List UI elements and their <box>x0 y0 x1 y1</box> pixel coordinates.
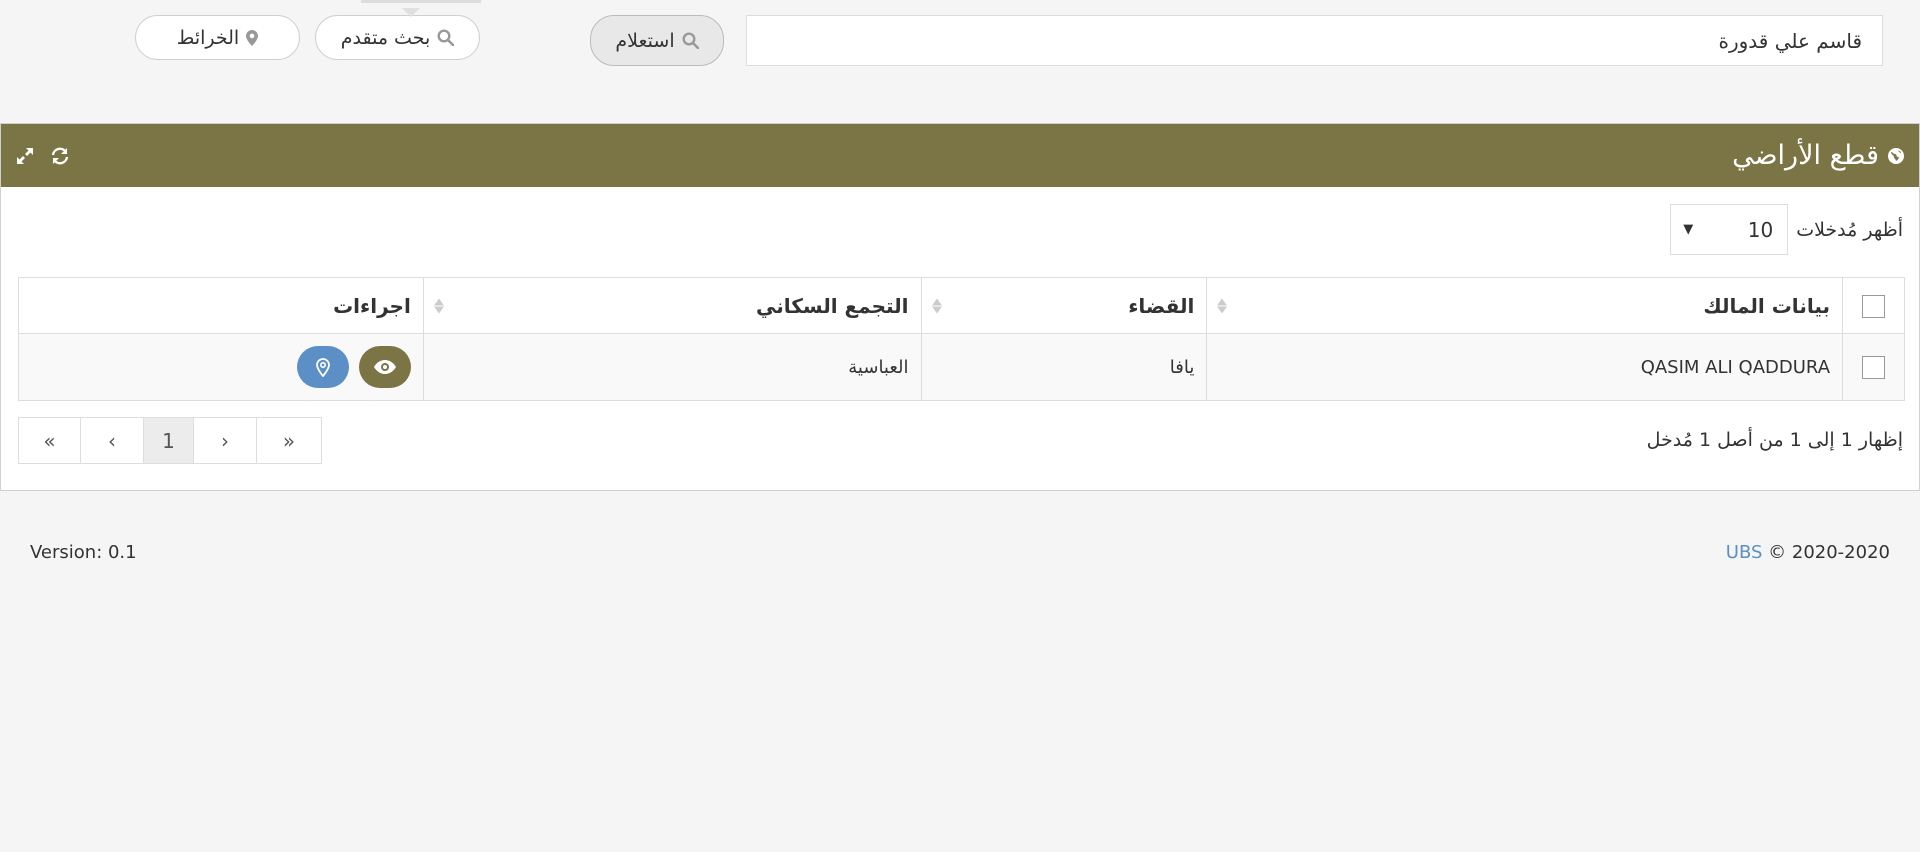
district-cell: يافا <box>920 333 1208 401</box>
table-info-text: إظهار 1 إلى 1 من أصل 1 مُدخل <box>1646 429 1903 451</box>
globe-icon <box>1887 147 1905 165</box>
entries-length-select[interactable]: ▼ 10 <box>1670 204 1789 255</box>
maps-button-label: الخرائط <box>176 26 240 49</box>
sort-icon <box>1217 298 1228 313</box>
table-header-row: بيانات المالك القضاء التجمع السكاني اجرا… <box>18 277 1905 334</box>
maps-button[interactable]: الخرائط <box>135 15 300 60</box>
caret-down-icon: ▼ <box>1683 222 1694 237</box>
select-all-cell <box>1842 277 1905 334</box>
footer-copyright: UBS © 2020-2020 <box>1726 542 1890 563</box>
footer-brand-link[interactable]: UBS <box>1726 542 1763 563</box>
actions-cell <box>18 333 424 401</box>
footer-version: Version: 0.1 <box>30 542 137 563</box>
column-header-community[interactable]: التجمع السكاني <box>422 277 922 334</box>
entries-length-control: أظهر مُدخلات ▼ 10 <box>1670 204 1903 255</box>
select-all-checkbox[interactable] <box>1862 295 1885 318</box>
pagination: « ‹ 1 › » <box>18 417 322 464</box>
entries-length-value: 10 <box>1747 217 1774 242</box>
column-header-owner[interactable]: بيانات المالك <box>1206 277 1844 334</box>
land-plots-panel: قطع الأراضي أظهر مُدخلات ▼ 10 بيانات الم… <box>0 123 1920 491</box>
column-header-owner-label: بيانات المالك <box>1703 293 1831 318</box>
column-header-district[interactable]: القضاء <box>920 277 1208 334</box>
view-button[interactable] <box>358 346 411 388</box>
map-marker-icon <box>316 357 330 377</box>
eye-icon <box>373 360 396 374</box>
search-input[interactable] <box>746 15 1883 66</box>
pagination-next-button[interactable]: ‹ <box>81 418 144 463</box>
owner-cell: QASIM ALI QADDURA <box>1206 333 1844 401</box>
pagination-first-button[interactable]: » <box>257 418 321 463</box>
sort-icon <box>433 298 444 313</box>
row-checkbox[interactable] <box>1862 355 1885 379</box>
entries-length-label: أظهر مُدخلات <box>1796 218 1903 241</box>
footer-copyright-text: © 2020-2020 <box>1768 542 1890 563</box>
advanced-search-button[interactable]: بحث متقدم <box>315 0 481 60</box>
query-button-label: استعلام <box>615 29 675 52</box>
pagination-prev-button[interactable]: › <box>194 418 257 463</box>
panel-tools <box>15 146 71 166</box>
land-plots-table: بيانات المالك القضاء التجمع السكاني اجرا… <box>18 277 1905 401</box>
pagination-last-button[interactable]: « <box>19 418 81 463</box>
row-select-cell <box>1842 333 1905 401</box>
panel-title: قطع الأراضي <box>1732 140 1879 171</box>
refresh-icon[interactable] <box>49 146 71 166</box>
column-header-district-label: القضاء <box>1128 293 1195 318</box>
panel-title-wrap: قطع الأراضي <box>1732 140 1905 171</box>
panel-header: قطع الأراضي <box>1 124 1919 187</box>
expand-icon[interactable] <box>15 146 35 166</box>
sort-icon <box>931 298 942 313</box>
pagination-page-1[interactable]: 1 <box>144 418 194 463</box>
map-marker-icon <box>246 29 259 46</box>
search-icon <box>437 29 455 46</box>
column-header-community-label: التجمع السكاني <box>755 293 909 318</box>
table-row: QASIM ALI QADDURA يافا العباسية <box>18 333 1905 401</box>
search-icon <box>682 32 699 49</box>
community-cell: العباسية <box>422 333 922 401</box>
advanced-search-label: بحث متقدم <box>340 26 431 49</box>
show-on-map-button[interactable] <box>297 346 350 388</box>
query-button[interactable]: استعلام <box>590 15 724 66</box>
column-header-actions: اجراءات <box>18 277 424 334</box>
